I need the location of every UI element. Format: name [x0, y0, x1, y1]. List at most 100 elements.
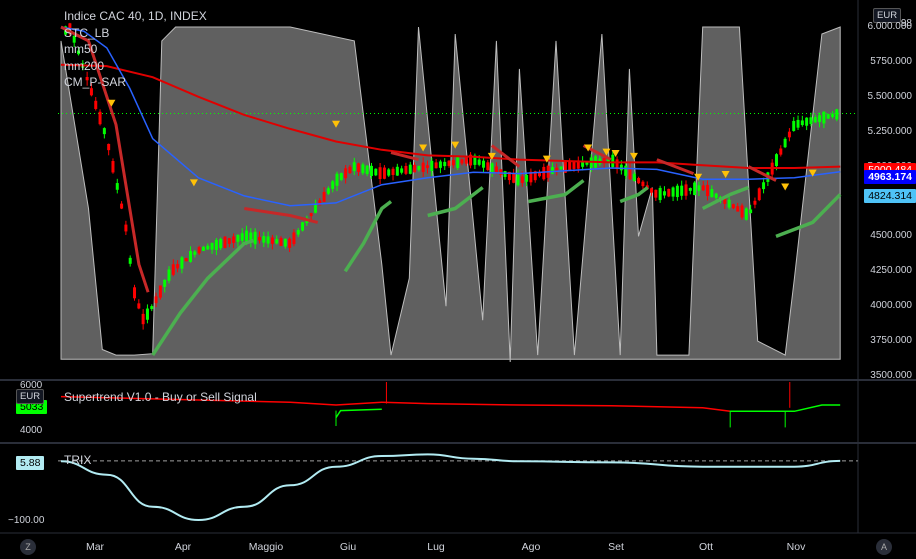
candle-body [137, 303, 141, 309]
candle-body [270, 237, 274, 244]
candle-body [223, 236, 227, 248]
symbol-title: Indice CAC 40, 1D, INDEX [64, 9, 207, 23]
study-psar[interactable]: CM_P-SAR [64, 74, 207, 91]
candle-body [193, 251, 197, 255]
candle-body [550, 167, 554, 174]
psar-down-segment [656, 158, 695, 176]
candle-body [331, 181, 335, 189]
candle-body [335, 173, 339, 186]
candle-body [658, 187, 662, 201]
y-tick-label: 6.000.000 [867, 20, 913, 32]
candle-body [322, 191, 326, 202]
candle-body [176, 264, 180, 269]
candle-body [482, 160, 486, 168]
candle-body [809, 117, 813, 125]
candle-body [395, 166, 399, 176]
trix-tick-neg100: −100.00 [8, 515, 45, 526]
candle-body [404, 165, 408, 174]
candle-body [417, 166, 421, 170]
x-tick-label: Mar [85, 541, 105, 553]
candle-body [774, 154, 778, 167]
candle-body [408, 164, 412, 174]
candle-body [262, 236, 266, 243]
candle-body [184, 258, 188, 262]
candle-body [680, 185, 684, 196]
auto-scale-button[interactable]: A [876, 539, 892, 555]
candle-body [382, 167, 386, 179]
candle-body [740, 205, 744, 218]
candle-body [826, 114, 830, 119]
candle-body [813, 116, 817, 123]
candle-body [201, 246, 205, 251]
y-tick-label: 3750.000 [870, 335, 912, 347]
candle-body [378, 167, 382, 180]
candle-body [822, 111, 826, 124]
candle-body [266, 236, 270, 244]
y-tick-label: 4250.000 [870, 265, 912, 277]
candle-body [568, 161, 572, 171]
x-tick-label: Ott [698, 541, 714, 553]
candle-body [456, 156, 460, 169]
candle-body [783, 138, 787, 148]
study-mm50[interactable]: mm50 [64, 41, 207, 58]
price-badge-mm50: 4963.174 [864, 170, 916, 184]
candle-body [236, 234, 240, 242]
candle-body [283, 238, 287, 247]
candle-body [641, 181, 645, 187]
x-tick-label: Lug [427, 541, 445, 553]
study-mm200[interactable]: mm200 [64, 58, 207, 75]
candle-body [624, 165, 628, 176]
candle-body [757, 188, 761, 201]
candle-body [650, 188, 654, 193]
candle-body [120, 203, 124, 209]
candle-body [559, 166, 563, 170]
candle-body [706, 184, 710, 197]
candle-body [512, 173, 516, 183]
candle-body [688, 187, 692, 191]
candle-body [736, 206, 740, 212]
candle-body [206, 245, 210, 250]
x-tick-label: Maggio [248, 541, 284, 553]
candle-body [787, 131, 791, 138]
candle-body [240, 233, 244, 241]
supertrend-buy-line [730, 404, 841, 413]
y-tick-label: 5750.000 [870, 55, 912, 67]
candle-body [701, 185, 705, 191]
trix-line [60, 453, 841, 522]
candle-body [210, 242, 214, 250]
candle-body [684, 184, 688, 196]
candle-body [115, 183, 119, 190]
candle-body [835, 109, 839, 120]
candle-body [628, 168, 632, 180]
candle-body [400, 168, 404, 173]
candle-body [348, 166, 352, 174]
candle-body [257, 236, 261, 241]
candle-body [796, 119, 800, 128]
chart-window: Indice CAC 40, 1D, INDEX STC_LB mm50 mm2… [0, 0, 916, 559]
candle-body [792, 120, 796, 131]
candle-body [391, 168, 395, 175]
y-tick-label: 5.500.000 [867, 90, 913, 102]
candle-body [818, 115, 822, 122]
candle-body [447, 160, 451, 166]
candle-body [214, 239, 218, 250]
candle-body [525, 174, 529, 182]
candle-body [296, 230, 300, 235]
candle-body [662, 191, 666, 196]
x-tick-label: Set [608, 541, 624, 553]
candle-body [339, 173, 343, 180]
candle-body [344, 168, 348, 179]
x-tick-label: Giu [339, 541, 357, 553]
study-stc[interactable]: STC_LB [64, 25, 207, 42]
y-tick-label: 3500.000 [870, 370, 912, 381]
candle-body [197, 247, 201, 254]
zoom-button[interactable]: Z [20, 539, 36, 555]
candle-body [227, 238, 231, 244]
candle-body [352, 162, 356, 172]
candle-body [744, 208, 748, 220]
candle-body [753, 200, 757, 205]
supertrend-currency[interactable]: EUR [16, 389, 45, 404]
candle-body [141, 313, 145, 325]
x-tick-label: Apr [174, 541, 192, 553]
candle-body [693, 182, 697, 195]
